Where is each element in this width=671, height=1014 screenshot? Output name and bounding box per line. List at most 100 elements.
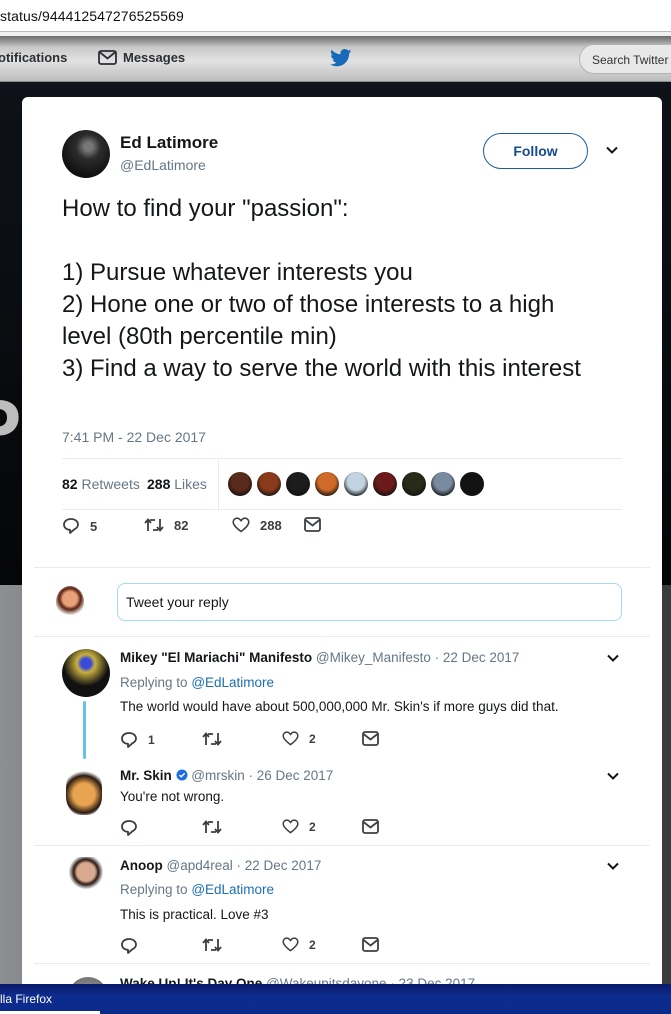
author-name[interactable]: Ed Latimore xyxy=(120,133,218,153)
likes-label: Likes xyxy=(174,476,207,492)
reply-divider xyxy=(34,845,650,846)
retweet-action[interactable]: 82 xyxy=(144,517,188,533)
reply-input[interactable]: Tweet your reply xyxy=(117,583,622,621)
background-letter: P xyxy=(0,382,21,474)
reply-header: Anoop @apd4real · 22 Dec 2017 xyxy=(120,858,321,873)
retweet-action[interactable] xyxy=(202,731,232,747)
reply-count: 1 xyxy=(148,733,155,747)
replying-to: Replying to @EdLatimore xyxy=(120,882,274,897)
reply-icon xyxy=(121,820,137,836)
liker-avatar[interactable] xyxy=(315,472,339,496)
reply-date[interactable]: · 26 Dec 2017 xyxy=(249,768,334,783)
heart-icon xyxy=(282,937,299,952)
reply-icon xyxy=(121,732,137,748)
dm-action[interactable] xyxy=(362,819,389,834)
retweet-action[interactable] xyxy=(202,937,232,953)
taskbar: lla Firefox xyxy=(0,984,671,1014)
follow-button[interactable]: Follow xyxy=(483,133,588,169)
tweet-timestamp[interactable]: 7:41 PM - 22 Dec 2017 xyxy=(62,429,206,445)
likes-stat[interactable]: 288 Likes xyxy=(147,476,207,492)
chevron-down-icon[interactable] xyxy=(606,859,620,873)
reply-text: The world would have about 500,000,000 M… xyxy=(120,699,559,714)
chevron-down-icon[interactable] xyxy=(606,769,620,783)
envelope-icon xyxy=(362,731,379,746)
twitter-bird-icon[interactable] xyxy=(330,49,352,67)
search-input[interactable]: Search Twitter xyxy=(579,44,671,74)
dm-action[interactable] xyxy=(362,731,389,746)
heart-icon xyxy=(282,819,299,834)
like-action[interactable]: 2 xyxy=(282,819,316,834)
taskbar-firefox-label[interactable]: lla Firefox xyxy=(0,992,52,1006)
nav-notifications[interactable]: otifications xyxy=(0,50,67,65)
verified-badge-icon xyxy=(176,769,188,781)
reply-action[interactable] xyxy=(120,937,148,955)
envelope-icon xyxy=(304,517,321,532)
tweet-modal: Ed Latimore @EdLatimore Follow How to fi… xyxy=(22,97,662,997)
reply-icon xyxy=(63,518,79,534)
nav-messages[interactable]: Messages xyxy=(98,50,185,65)
reply-action[interactable]: 1 xyxy=(120,731,155,749)
dm-action[interactable] xyxy=(304,517,331,532)
reply-action[interactable]: 5 xyxy=(62,517,97,535)
twitter-header: otifications Messages Search Twitter xyxy=(0,36,671,82)
liker-avatar[interactable] xyxy=(460,472,484,496)
envelope-icon xyxy=(362,819,379,834)
envelope-icon xyxy=(98,50,117,65)
replying-prefix: Replying to xyxy=(120,675,188,690)
reply-author-name[interactable]: Mikey "El Mariachi" Manifesto xyxy=(120,650,312,665)
nav-notifications-label: otifications xyxy=(0,50,68,65)
url-text[interactable]: status/944412547276525569 xyxy=(0,8,184,24)
envelope-icon xyxy=(362,937,379,952)
reply-actions: 2 xyxy=(120,937,420,957)
reply-composer: Tweet your reply xyxy=(34,567,650,637)
reply-count: 5 xyxy=(90,518,98,534)
reply-avatar[interactable] xyxy=(66,769,102,815)
liker-avatar[interactable] xyxy=(402,472,426,496)
like-count: 2 xyxy=(309,731,316,746)
reply-action[interactable] xyxy=(120,819,148,837)
reply-text: This is practical. Love #3 xyxy=(120,907,269,922)
reply-header: Mikey "El Mariachi" Manifesto @Mikey_Man… xyxy=(120,650,519,665)
retweets-stat[interactable]: 82 Retweets xyxy=(62,476,140,492)
reply-avatar[interactable] xyxy=(62,649,110,697)
current-user-avatar xyxy=(56,586,84,618)
reply-divider xyxy=(34,963,650,964)
heart-icon xyxy=(232,517,250,533)
replying-to-link[interactable]: @EdLatimore xyxy=(191,675,274,690)
author-handle[interactable]: @EdLatimore xyxy=(120,157,206,173)
reply-header: Mr. Skin @mrskin · 26 Dec 2017 xyxy=(120,768,333,783)
reply-avatar[interactable] xyxy=(64,857,108,907)
retweet-icon xyxy=(144,518,164,532)
chevron-down-icon[interactable] xyxy=(605,143,619,157)
like-action[interactable]: 2 xyxy=(282,731,316,746)
liker-avatar[interactable] xyxy=(344,472,368,496)
like-action[interactable]: 2 xyxy=(282,937,316,952)
liker-avatar[interactable] xyxy=(373,472,397,496)
likers-avatars xyxy=(228,472,489,496)
reply-date[interactable]: · 22 Dec 2017 xyxy=(435,650,520,665)
liker-avatar[interactable] xyxy=(286,472,310,496)
reply-author-name[interactable]: Mr. Skin xyxy=(120,768,172,783)
reply-date[interactable]: · 22 Dec 2017 xyxy=(237,858,322,873)
reply-author-handle[interactable]: @apd4real xyxy=(167,858,233,873)
liker-avatar[interactable] xyxy=(431,472,455,496)
dm-action[interactable] xyxy=(362,937,389,952)
like-count: 288 xyxy=(260,517,282,533)
reply-icon xyxy=(121,938,137,954)
author-avatar[interactable] xyxy=(62,130,110,178)
like-action[interactable]: 288 xyxy=(232,517,282,533)
chevron-down-icon[interactable] xyxy=(606,651,620,665)
replying-to: Replying to @EdLatimore xyxy=(120,675,274,690)
like-count: 2 xyxy=(309,819,316,834)
replying-to-link[interactable]: @EdLatimore xyxy=(191,882,274,897)
liker-avatar[interactable] xyxy=(257,472,281,496)
liker-avatar[interactable] xyxy=(228,472,252,496)
reply-actions: 1 2 xyxy=(120,731,420,751)
reply-author-name[interactable]: Anoop xyxy=(120,858,163,873)
reply-actions: 2 xyxy=(120,819,420,839)
retweet-action[interactable] xyxy=(202,819,232,835)
reply-author-handle[interactable]: @mrskin xyxy=(191,768,244,783)
address-bar[interactable]: status/944412547276525569 xyxy=(0,0,671,32)
reply-author-handle[interactable]: @Mikey_Manifesto xyxy=(316,650,431,665)
tweet-actions: 5 82 288 xyxy=(62,517,622,543)
